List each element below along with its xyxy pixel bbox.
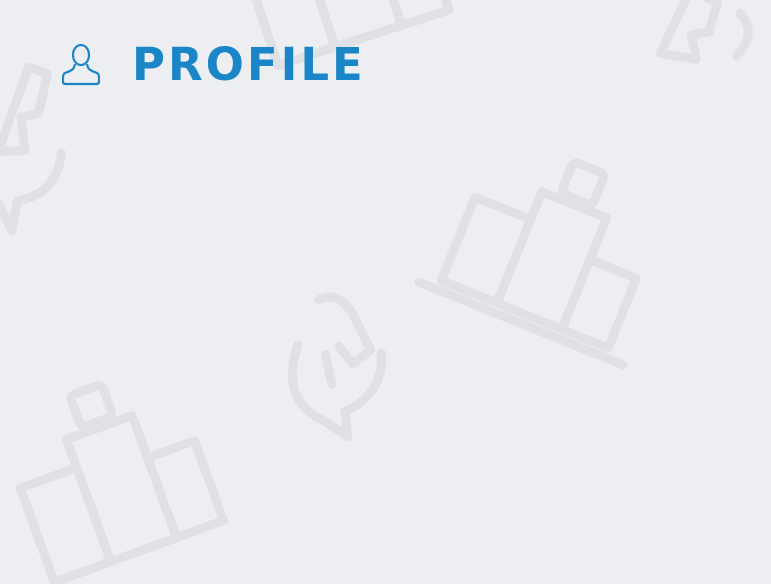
profile-header: PROFILE <box>61 36 366 92</box>
building-watermark-icon <box>15 381 229 584</box>
phone-chat-watermark-icon <box>287 292 387 442</box>
phone-watermark-icon <box>655 0 753 64</box>
building-watermark-icon <box>414 158 641 370</box>
user-icon <box>61 42 101 86</box>
page-title: PROFILE <box>132 37 366 91</box>
